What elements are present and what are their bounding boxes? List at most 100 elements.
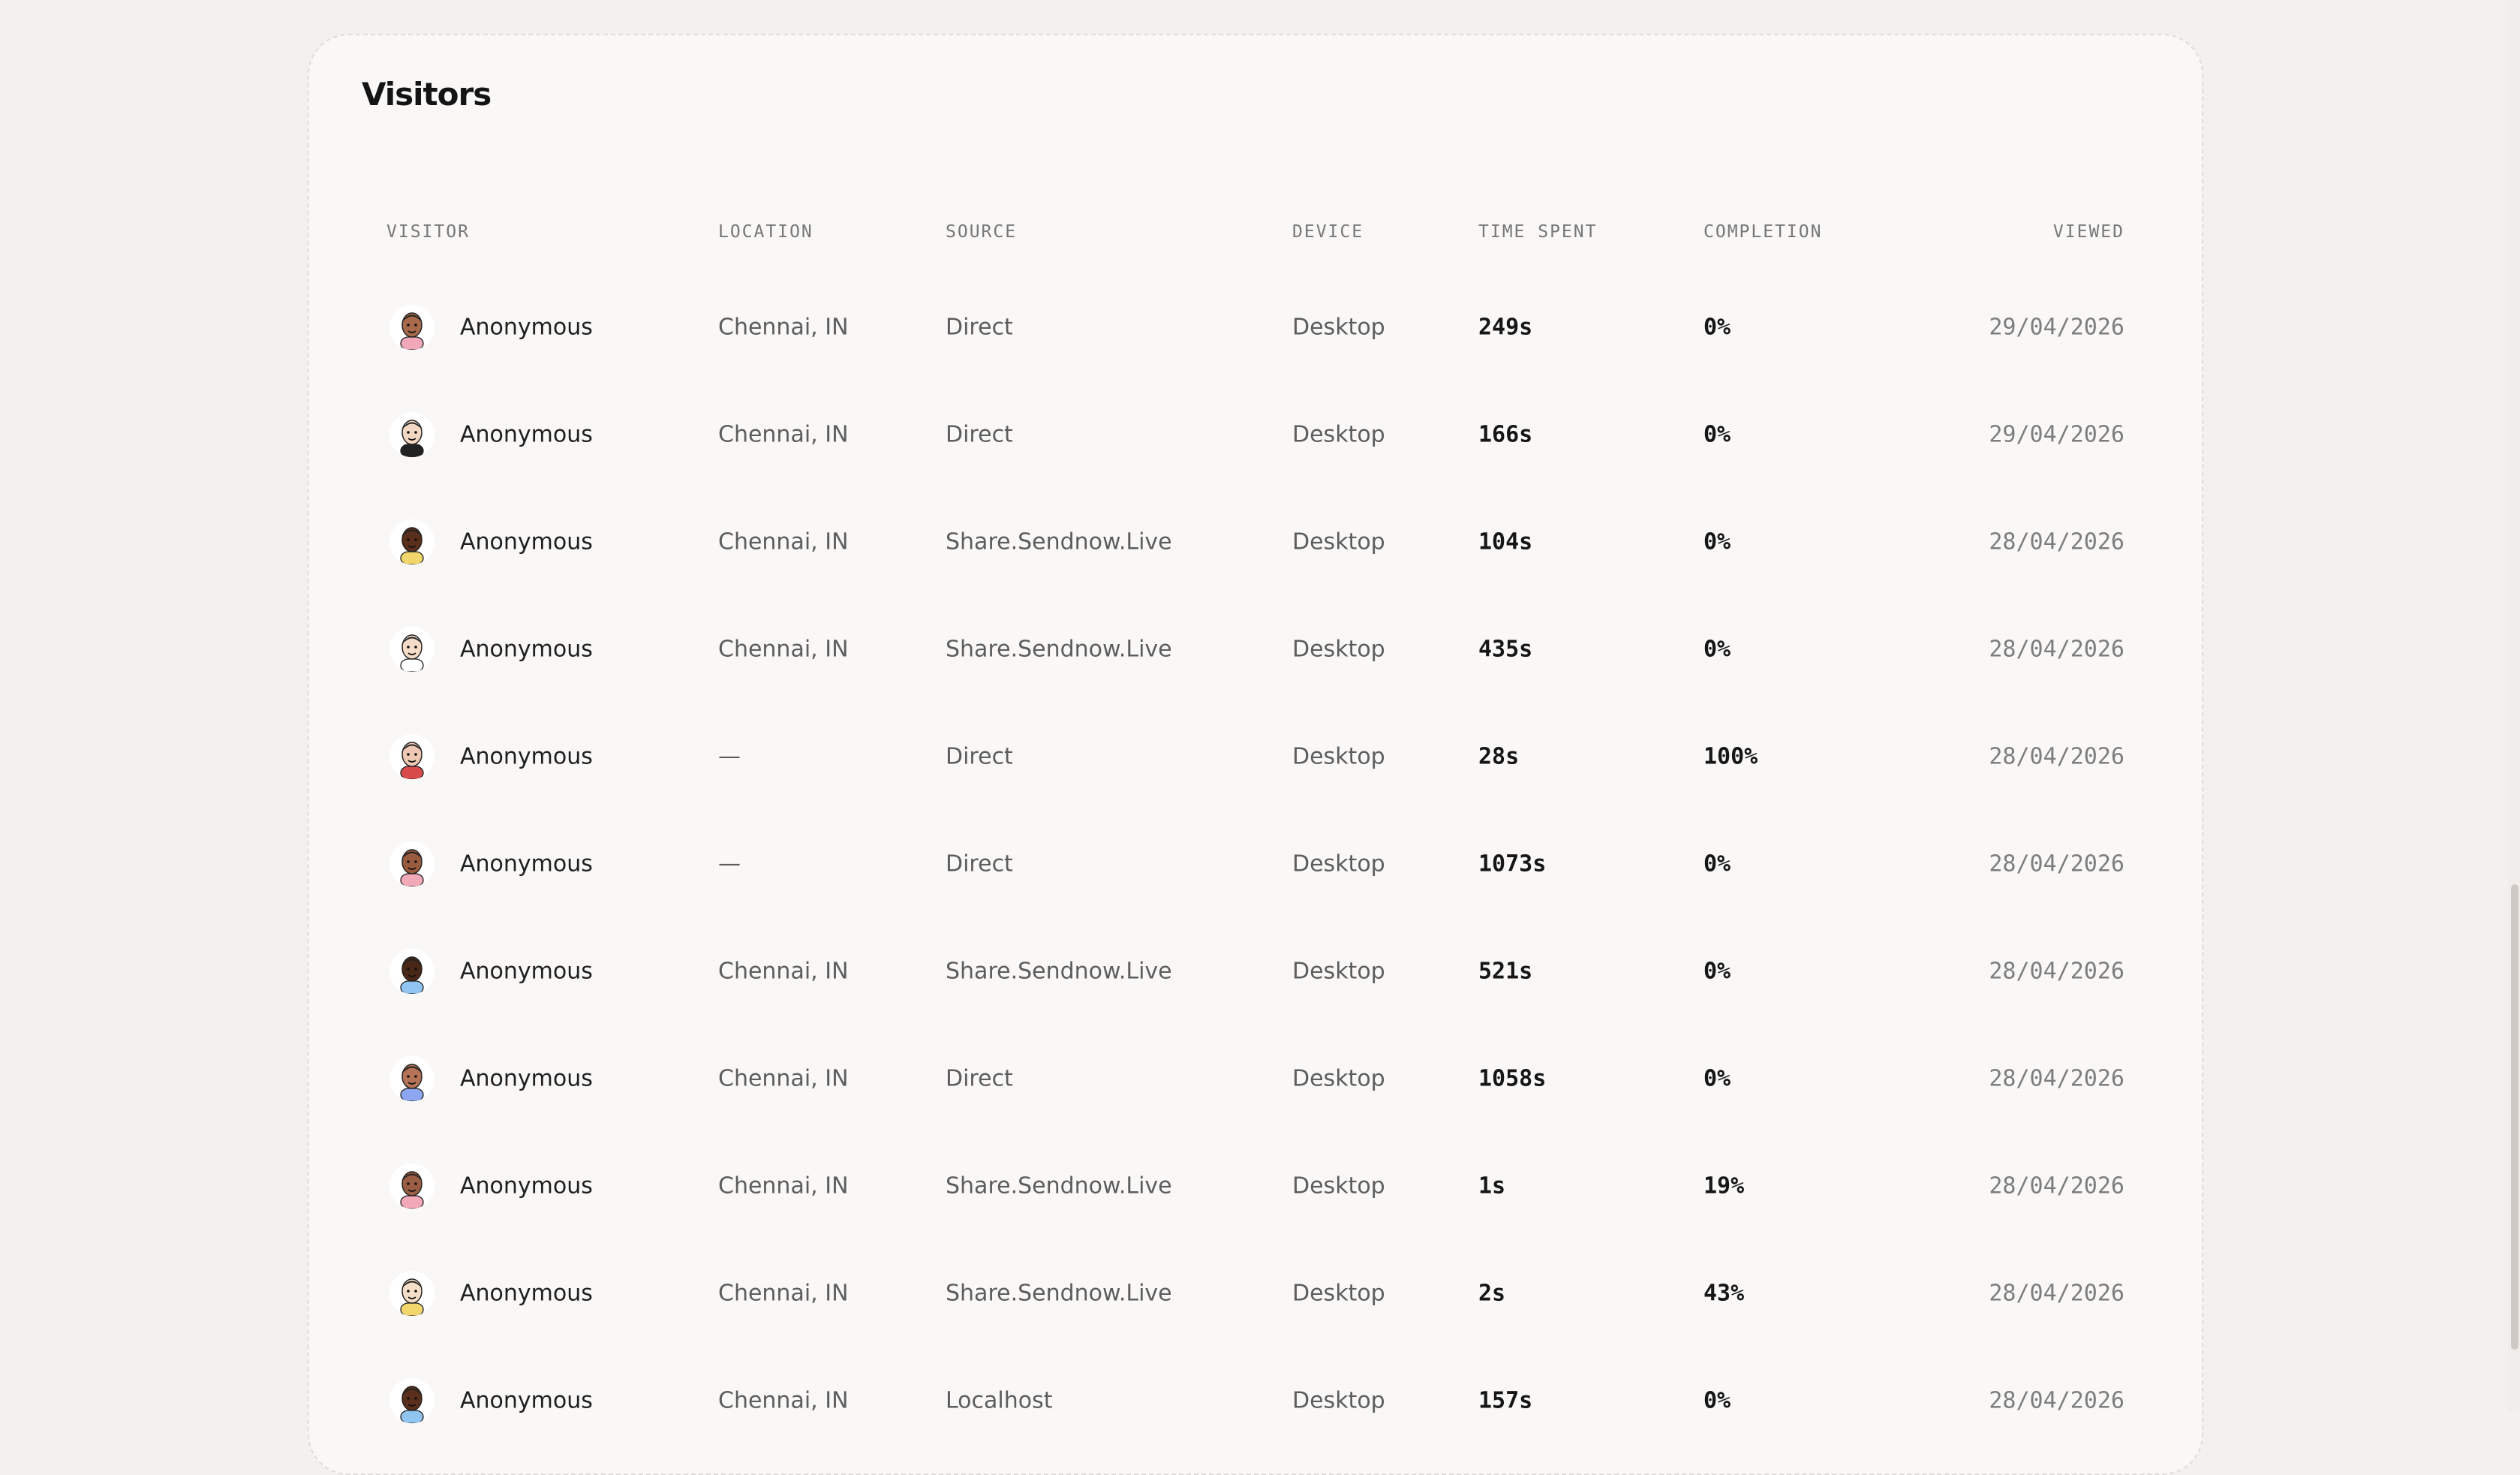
table-row[interactable]: Anonymous Chennai, IN Share.Sendnow.Live De… (309, 1239, 2202, 1347)
table-row[interactable]: Anonymous Chennai, IN Share.Sendnow.Live De… (309, 917, 2202, 1025)
avatar-icon (389, 1163, 435, 1209)
completion-value: 0% (1704, 421, 1731, 447)
location-value: Chennai, IN (718, 1172, 849, 1199)
time-spent-value: 157s (1478, 1387, 1533, 1413)
table-row[interactable]: Anonymous Chennai, IN Share.Sendnow.Live De… (309, 488, 2202, 595)
viewed-date: 29/04/2026 (1989, 314, 2125, 340)
visitor-name: Anonymous (460, 958, 593, 984)
viewed-date: 28/04/2026 (1989, 850, 2125, 877)
table-row[interactable]: Anonymous — Direct Desktop 28s 100% 28/04/2026 (309, 703, 2202, 810)
time-spent-value: 104s (1478, 528, 1533, 555)
visitor-name: Anonymous (460, 1387, 593, 1413)
time-spent-value: 2s (1478, 1280, 1506, 1306)
visitor-name: Anonymous (460, 528, 593, 555)
table-row[interactable]: Anonymous Chennai, IN Localhost Desktop 157s… (309, 1347, 2202, 1454)
time-spent-value: 1s (1478, 1172, 1506, 1199)
table-row[interactable]: Anonymous Chennai, IN Direct Desktop 249s 0% 2… (309, 273, 2202, 381)
scrollbar-thumb[interactable] (2511, 884, 2518, 1350)
location-value: — (718, 850, 741, 877)
completion-value: 0% (1704, 1065, 1731, 1091)
visitors-panel: Visitors VISITOR LOCATION SOURCE DEVICE … (308, 34, 2203, 1475)
device-value: Desktop (1292, 958, 1385, 984)
viewed-date: 28/04/2026 (1989, 958, 2125, 984)
viewed-date: 28/04/2026 (1989, 1172, 2125, 1199)
time-spent-value: 1073s (1478, 850, 1547, 877)
time-spent-value: 28s (1478, 743, 1520, 769)
viewed-date: 28/04/2026 (1989, 528, 2125, 555)
device-value: Desktop (1292, 743, 1385, 769)
completion-value: 0% (1704, 636, 1731, 662)
table-row[interactable]: Anonymous Chennai, IN Direct Desktop 166s 0% 2… (309, 381, 2202, 488)
time-spent-value: 1058s (1478, 1065, 1547, 1091)
location-value: Chennai, IN (718, 528, 849, 555)
avatar-icon (389, 948, 435, 994)
source-value: Direct (946, 421, 1013, 447)
location-value: Chennai, IN (718, 636, 849, 662)
avatar-icon (389, 519, 435, 564)
location-value: Chennai, IN (718, 958, 849, 984)
visitor-name: Anonymous (460, 1065, 593, 1091)
table-row[interactable]: Anonymous Chennai, IN Share.Sendnow.Live De… (309, 595, 2202, 703)
location-value: Chennai, IN (718, 314, 849, 340)
time-spent-value: 435s (1478, 636, 1533, 662)
col-location-header: LOCATION (718, 222, 813, 242)
viewed-date: 28/04/2026 (1989, 1387, 2125, 1413)
completion-value: 100% (1704, 743, 1758, 769)
source-value: Share.Sendnow.Live (946, 636, 1172, 662)
viewed-date: 28/04/2026 (1989, 1280, 2125, 1306)
time-spent-value: 249s (1478, 314, 1533, 340)
avatar-icon (389, 1377, 435, 1423)
avatar-icon (389, 304, 435, 350)
col-viewed-header: VIEWED (2052, 222, 2125, 242)
completion-value: 0% (1704, 314, 1731, 340)
device-value: Desktop (1292, 421, 1385, 447)
table-row[interactable]: Anonymous — Direct Desktop 1073s 0% 28/04/2026 (309, 810, 2202, 917)
completion-value: 0% (1704, 1387, 1731, 1413)
device-value: Desktop (1292, 850, 1385, 877)
device-value: Desktop (1292, 528, 1385, 555)
source-value: Direct (946, 314, 1013, 340)
avatar-icon (389, 1270, 435, 1316)
location-value: Chennai, IN (718, 1280, 849, 1306)
location-value: Chennai, IN (718, 1387, 849, 1413)
col-completion-header: COMPLETION (1704, 222, 1823, 242)
visitors-title: Visitors (362, 76, 492, 113)
completion-value: 0% (1704, 850, 1731, 877)
table-row[interactable]: Anonymous Chennai, IN Share.Sendnow.Live De… (309, 1132, 2202, 1239)
device-value: Desktop (1292, 1387, 1385, 1413)
viewed-date: 29/04/2026 (1989, 421, 2125, 447)
page-scrollbar[interactable] (2508, 0, 2520, 1411)
completion-value: 43% (1704, 1280, 1745, 1306)
col-visitor-header: VISITOR (386, 222, 470, 242)
visitor-name: Anonymous (460, 421, 593, 447)
source-value: Direct (946, 1065, 1013, 1091)
completion-value: 0% (1704, 528, 1731, 555)
visitor-name: Anonymous (460, 636, 593, 662)
source-value: Share.Sendnow.Live (946, 958, 1172, 984)
avatar-icon (389, 733, 435, 779)
avatar-icon (389, 411, 435, 457)
viewed-date: 28/04/2026 (1989, 743, 2125, 769)
table-row[interactable]: Anonymous Chennai, IN Direct Desktop 1058s 0%… (309, 1025, 2202, 1132)
avatar-icon (389, 626, 435, 672)
time-spent-value: 521s (1478, 958, 1533, 984)
device-value: Desktop (1292, 636, 1385, 662)
completion-value: 19% (1704, 1172, 1745, 1199)
viewed-date: 28/04/2026 (1989, 1065, 2125, 1091)
completion-value: 0% (1704, 958, 1731, 984)
col-source-header: SOURCE (946, 222, 1018, 242)
source-value: Direct (946, 850, 1013, 877)
device-value: Desktop (1292, 1280, 1385, 1306)
location-value: Chennai, IN (718, 1065, 849, 1091)
location-value: — (718, 743, 741, 769)
source-value: Direct (946, 743, 1013, 769)
device-value: Desktop (1292, 1172, 1385, 1199)
visitor-name: Anonymous (460, 314, 593, 340)
device-value: Desktop (1292, 314, 1385, 340)
avatar-icon (389, 1055, 435, 1101)
source-value: Share.Sendnow.Live (946, 1172, 1172, 1199)
device-value: Desktop (1292, 1065, 1385, 1091)
time-spent-value: 166s (1478, 421, 1533, 447)
source-value: Share.Sendnow.Live (946, 1280, 1172, 1306)
location-value: Chennai, IN (718, 421, 849, 447)
